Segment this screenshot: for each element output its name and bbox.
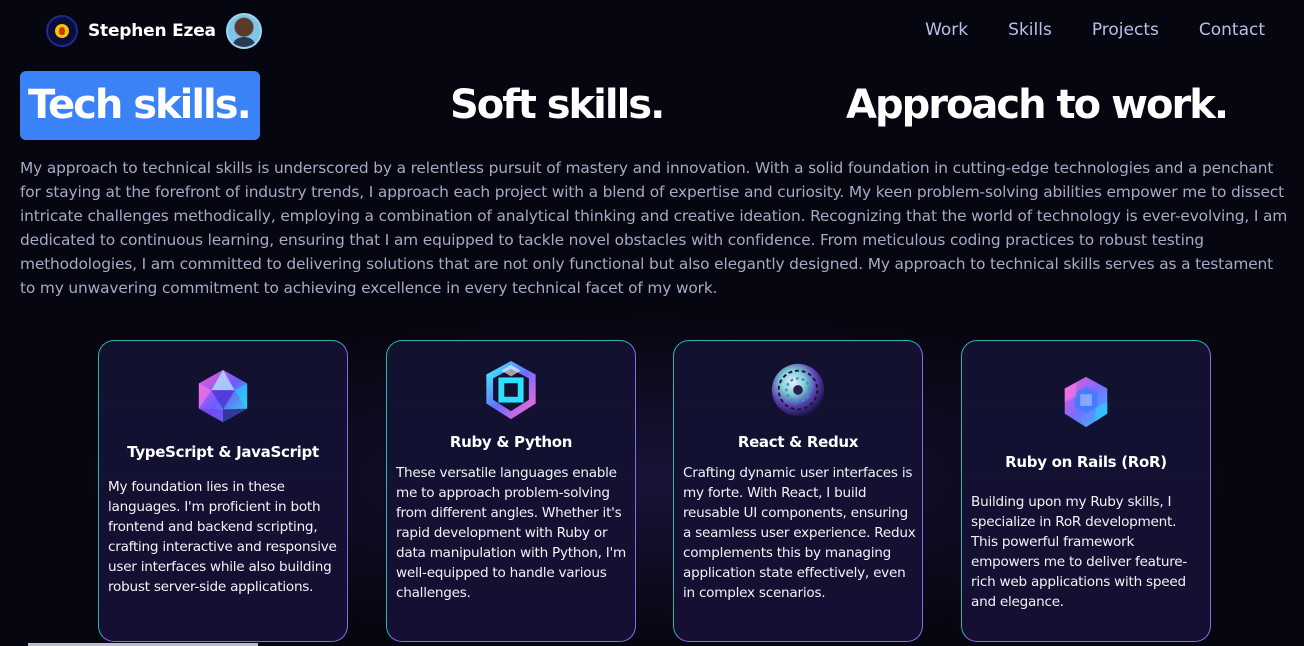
card-description: Crafting dynamic user interfaces is my f… <box>683 465 916 601</box>
main-nav: Work Skills Projects Contact <box>925 20 1265 40</box>
skill-card-typescript: TypeScript & JavaScript My foundation li… <box>98 340 348 642</box>
cube-knot-icon <box>486 361 536 419</box>
card-title: React & Redux <box>737 433 859 451</box>
brand[interactable]: Stephen Ezea <box>46 13 262 49</box>
icosahedron-icon <box>198 369 248 423</box>
nav-link-projects[interactable]: Projects <box>1092 20 1159 40</box>
sphere-icon <box>771 363 825 417</box>
hex-cluster-icon <box>1064 376 1108 428</box>
skill-card-ruby-on-rails: Ruby on Rails (RoR) Building upon my Rub… <box>961 340 1211 642</box>
card-description: My foundation lies in these languages. I… <box>108 479 337 595</box>
skill-card-react-redux: React & Redux Crafting dynamic user inte… <box>673 340 923 642</box>
brand-logo-icon <box>46 15 78 47</box>
card-description: Building upon my Ruby skills, I speciali… <box>971 494 1188 610</box>
card-title: TypeScript & JavaScript <box>127 443 319 461</box>
nav-link-contact[interactable]: Contact <box>1199 20 1265 40</box>
card-title: Ruby on Rails (RoR) <box>1005 453 1167 471</box>
nav-link-skills[interactable]: Skills <box>1008 20 1052 40</box>
site-header: Stephen Ezea Work Skills Projects Contac… <box>0 0 1304 64</box>
brand-name: Stephen Ezea <box>88 21 216 41</box>
card-title: Ruby & Python <box>449 433 573 451</box>
tab-soft-skills[interactable]: Soft skills. <box>450 71 665 140</box>
skills-tabs: Tech skills. Soft skills. Approach to wo… <box>20 71 1300 141</box>
avatar <box>225 13 262 49</box>
nav-link-work[interactable]: Work <box>925 20 968 40</box>
tab-approach-to-work[interactable]: Approach to work. <box>846 71 1229 140</box>
skill-card-ruby-python: Ruby & Python These versatile languages … <box>386 340 636 642</box>
card-description: These versatile languages enable me to a… <box>396 465 627 601</box>
tab-tech-skills[interactable]: Tech skills. <box>20 71 260 140</box>
intro-paragraph: My approach to technical skills is under… <box>20 159 1288 297</box>
